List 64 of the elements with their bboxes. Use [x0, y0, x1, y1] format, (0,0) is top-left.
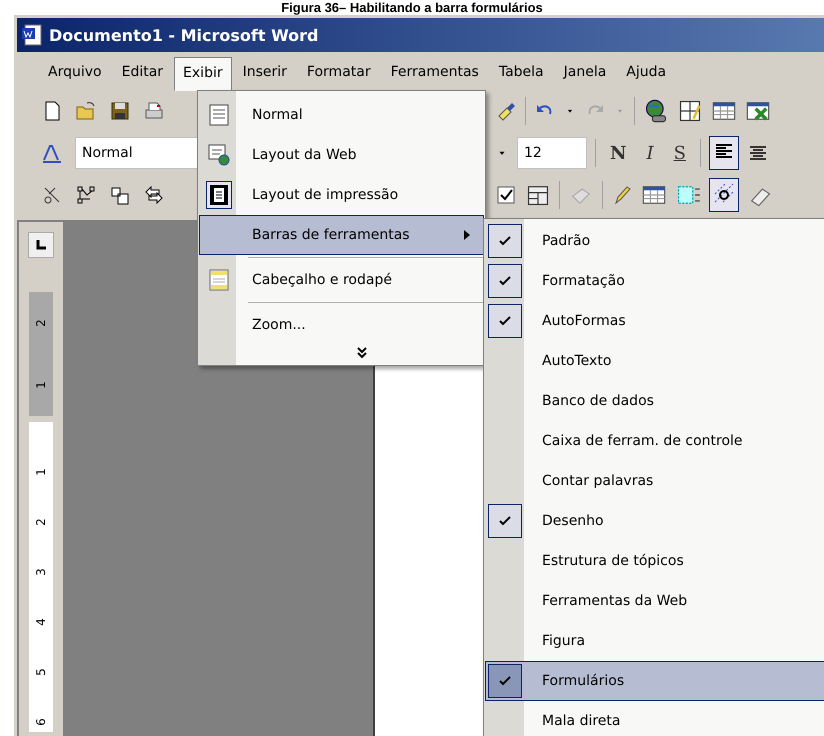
- checkbox-icon[interactable]: [495, 184, 517, 206]
- menu-item[interactable]: Zoom...: [199, 305, 484, 345]
- menu-item[interactable]: AutoFormas: [485, 301, 824, 341]
- ruler-number: 1: [33, 381, 49, 389]
- menu-item[interactable]: Estrutura de tópicos: [485, 541, 824, 581]
- ruler-number: 3: [33, 568, 49, 576]
- font-size-field[interactable]: 12: [517, 137, 587, 169]
- menu-item[interactable]: Cabeçalho e rodapé: [199, 260, 484, 300]
- ruler-number: 1: [33, 468, 49, 476]
- menu-item[interactable]: Padrão: [485, 221, 824, 261]
- checkmark-icon: [499, 516, 511, 526]
- web-page-icon: [208, 144, 230, 166]
- page-layout-icon: [209, 184, 229, 206]
- menu-item[interactable]: Exibir: [174, 57, 232, 91]
- menu-item[interactable]: Inserir: [234, 56, 296, 88]
- word-document-icon: [21, 24, 43, 46]
- checkmark-icon: [499, 676, 511, 686]
- submenu-arrow-icon: [463, 230, 471, 240]
- checkmark-icon: [499, 236, 511, 246]
- menu-item[interactable]: Editar: [112, 56, 172, 88]
- menu-item[interactable]: Formulários: [485, 661, 824, 701]
- arrows-icon[interactable]: [143, 184, 165, 206]
- menu-item[interactable]: Normal: [199, 95, 484, 135]
- menu-item[interactable]: Formatação: [485, 261, 824, 301]
- tab-stop-icon: [36, 240, 46, 250]
- ruler-number: 2: [33, 518, 49, 526]
- ruler-number: 4: [33, 618, 49, 626]
- menu-item[interactable]: Layout de impressão: [199, 175, 484, 215]
- ruler-number: 6: [33, 718, 49, 726]
- checkmark-icon: [499, 316, 511, 326]
- document-lines-icon: [209, 104, 229, 126]
- header-footer-icon: [209, 269, 229, 291]
- menu-item[interactable]: Janela: [554, 56, 616, 88]
- menu-item[interactable]: Ferramentas da Web: [485, 581, 824, 621]
- connector-icon[interactable]: [75, 184, 97, 206]
- menu-item[interactable]: Caixa de ferram. de controle: [485, 421, 824, 461]
- shading-icon[interactable]: [713, 182, 735, 204]
- table-pencil-icon[interactable]: [677, 98, 703, 124]
- figure-caption: Figura 36– Habilitando a barra formulários: [281, 0, 543, 15]
- menu-item[interactable]: Ferramentas: [382, 56, 488, 88]
- menu-item[interactable]: Arquivo: [39, 56, 111, 88]
- bold-button[interactable]: N: [604, 142, 632, 164]
- menu-item[interactable]: Mala direta: [485, 701, 824, 736]
- ruler-number: 2: [33, 319, 49, 327]
- window-title: Documento1 - Microsoft Word: [49, 26, 318, 44]
- menu-item[interactable]: Banco de dados: [485, 381, 824, 421]
- globe-icon[interactable]: [643, 98, 669, 124]
- menu-item[interactable]: Ajuda: [617, 56, 676, 88]
- underline-button[interactable]: S: [668, 142, 692, 164]
- folder-icon[interactable]: [75, 100, 97, 122]
- style-icon[interactable]: [41, 142, 63, 164]
- ruler-number: 5: [33, 668, 49, 676]
- menu-item[interactable]: AutoTexto: [485, 341, 824, 381]
- menu-item[interactable]: Barras de ferramentas: [199, 215, 484, 255]
- tab-stop-button[interactable]: [28, 232, 54, 258]
- save-icon[interactable]: [109, 100, 131, 122]
- checkmark-icon: [499, 276, 511, 286]
- menu-item[interactable]: Contar palavras: [485, 461, 824, 501]
- menu-item[interactable]: Figura: [485, 621, 824, 661]
- menu-item[interactable]: Desenho: [485, 501, 824, 541]
- italic-button[interactable]: I: [640, 142, 660, 164]
- expand-chevron-icon[interactable]: [356, 347, 366, 359]
- menu-item[interactable]: Tabela: [490, 56, 553, 88]
- menu-item[interactable]: Formatar: [298, 56, 380, 88]
